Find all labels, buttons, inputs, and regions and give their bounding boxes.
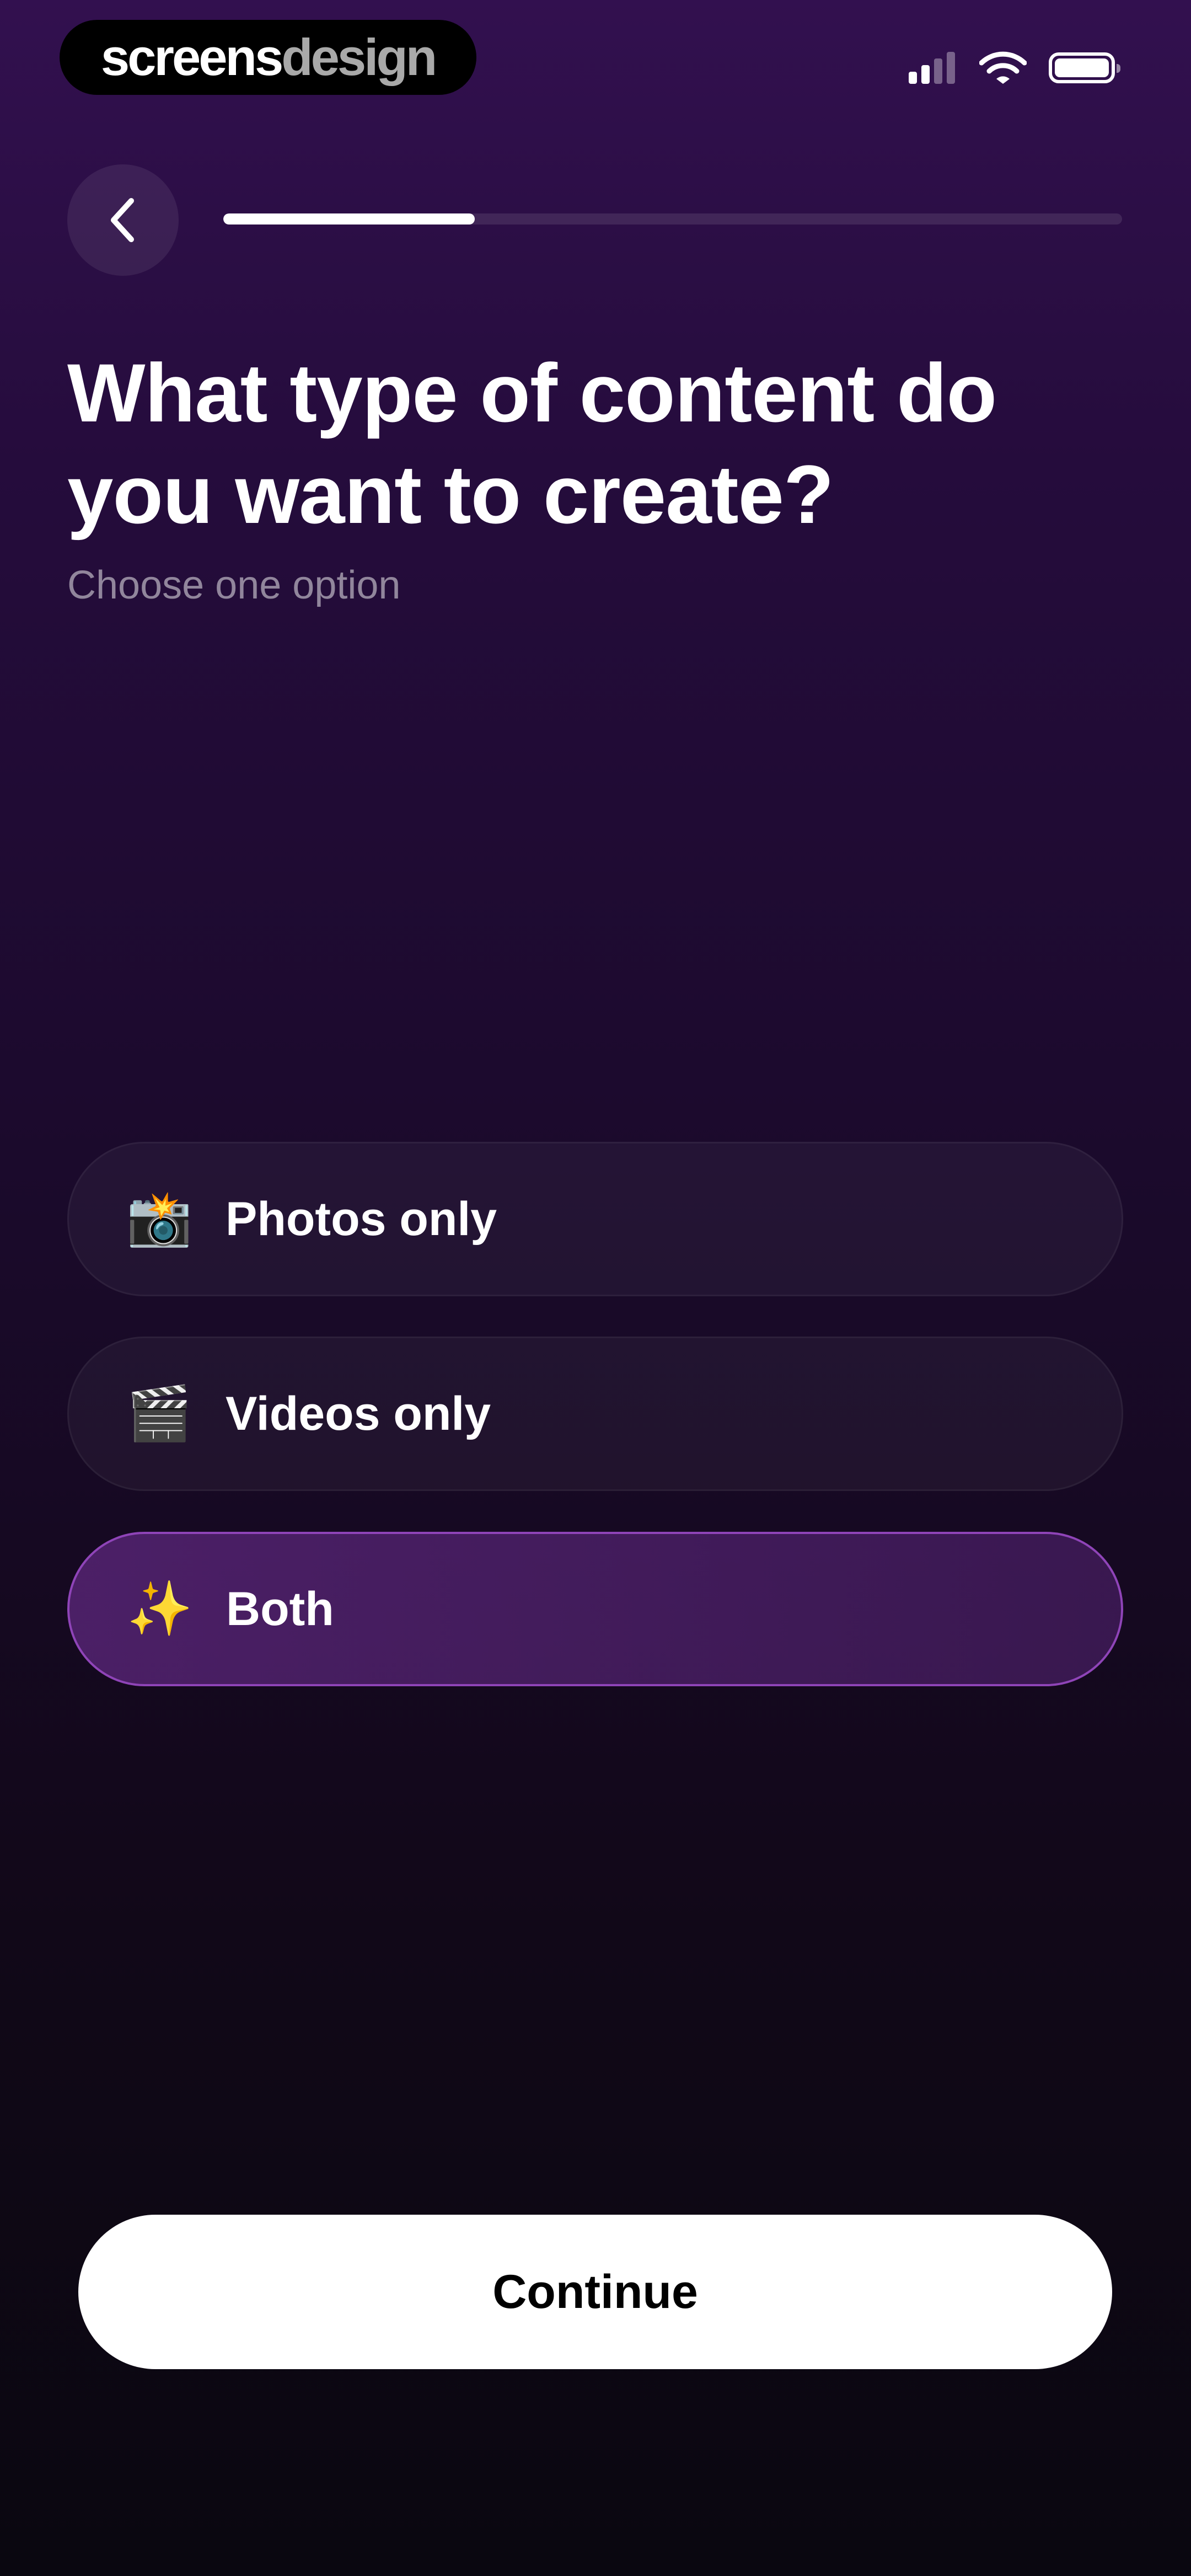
option-label: Videos only: [226, 1387, 491, 1440]
page-title: What type of content do you want to crea…: [67, 346, 997, 541]
watermark-part-1: screens: [100, 28, 283, 86]
page-subtitle: Choose one option: [67, 563, 401, 607]
status-bar: [904, 49, 1120, 87]
chevron-left-icon: [111, 198, 134, 242]
battery-icon: [1049, 52, 1120, 83]
screensdesign-watermark: screens design: [60, 20, 476, 95]
option-label: Both: [226, 1582, 334, 1636]
continue-button[interactable]: Continue: [78, 2215, 1112, 2369]
progress-bar-fill: [223, 213, 475, 225]
sparkles-icon: ✨: [127, 1579, 193, 1638]
watermark-part-2: design: [281, 28, 437, 86]
option-label: Photos only: [226, 1192, 497, 1246]
wifi-icon: [979, 51, 1027, 84]
progress-bar: [223, 213, 1122, 225]
option-photos-only[interactable]: 📸 Photos only: [67, 1142, 1123, 1296]
back-button[interactable]: [67, 164, 179, 276]
option-videos-only[interactable]: 🎬 Videos only: [67, 1337, 1123, 1491]
camera-flash-icon: 📸: [126, 1189, 192, 1248]
cellular-signal-icon: [904, 52, 955, 84]
clapper-board-icon: 🎬: [126, 1384, 192, 1443]
option-both[interactable]: ✨ Both: [67, 1532, 1123, 1686]
